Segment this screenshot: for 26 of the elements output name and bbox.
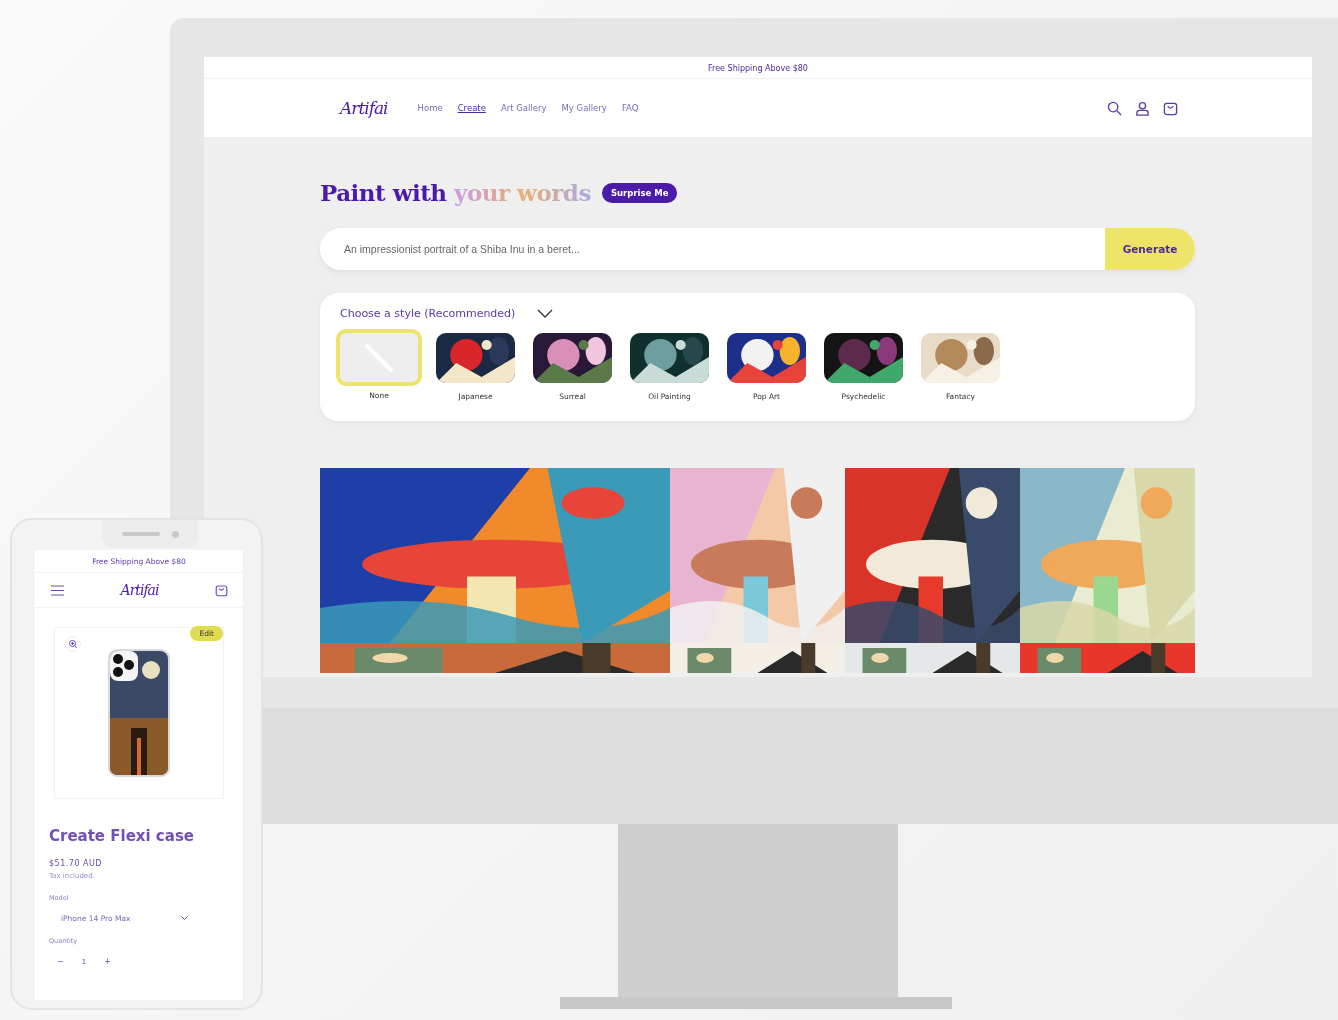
chevron-icon[interactable] bbox=[537, 308, 554, 319]
bag-icon[interactable] bbox=[1163, 100, 1178, 116]
account-icon[interactable] bbox=[1135, 100, 1150, 116]
generate-button[interactable]: Generate bbox=[1105, 228, 1195, 270]
price-text: $51.70 AUD bbox=[49, 859, 104, 868]
zoom-icon[interactable] bbox=[65, 636, 81, 652]
bag-icon[interactable] bbox=[215, 583, 228, 597]
logo[interactable]: Artifai bbox=[340, 98, 388, 118]
nav-link[interactable]: My Gallery bbox=[561, 103, 607, 113]
style-label: Choose a style (Recommended) bbox=[340, 307, 516, 320]
decrease-button[interactable]: − bbox=[57, 957, 64, 966]
prompt-field[interactable]: An impressionist portrait of a Shiba Inu in a beret... Generate bbox=[320, 228, 1195, 270]
search-icon[interactable] bbox=[1107, 100, 1122, 116]
nav-link[interactable]: Art Gallery bbox=[500, 103, 547, 113]
logo[interactable]: Artifai bbox=[120, 582, 159, 598]
announcement-text: Free Shipping Above $80 bbox=[204, 57, 1312, 79]
nav-link[interactable]: Home bbox=[417, 103, 443, 113]
menu-icon[interactable] bbox=[51, 584, 64, 596]
speaker-grille bbox=[121, 532, 160, 536]
nav-link[interactable]: FAQ bbox=[621, 103, 639, 113]
increase-button[interactable]: + bbox=[104, 957, 111, 966]
product-title: Create Flexi case bbox=[49, 827, 195, 845]
camera-lens bbox=[171, 530, 179, 538]
nav-link[interactable]: Create bbox=[457, 103, 486, 113]
chevron-icon bbox=[181, 916, 188, 921]
surprise-me-button[interactable]: Surprise Me bbox=[601, 182, 678, 203]
